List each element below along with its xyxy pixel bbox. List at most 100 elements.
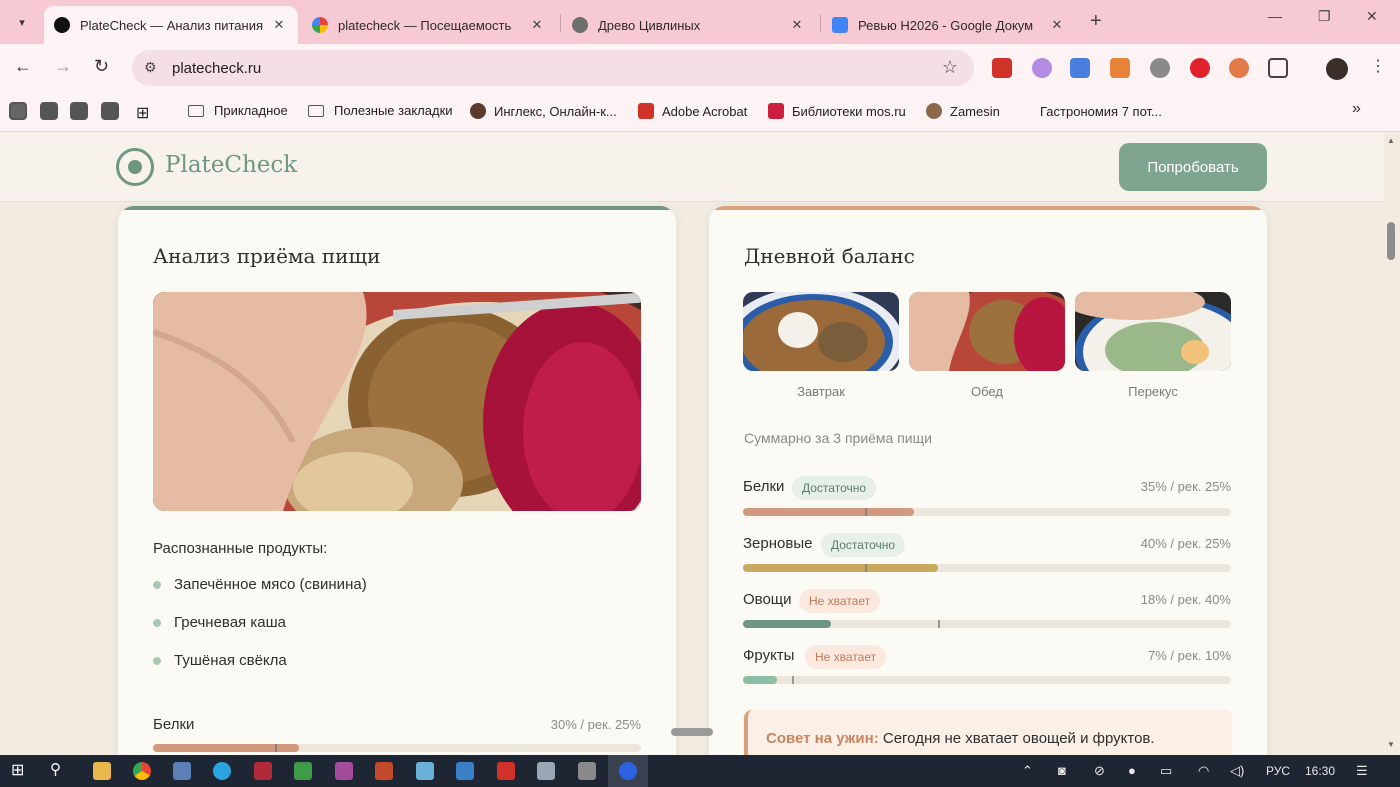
site-logo-text[interactable]: PlateCheck — [165, 152, 297, 178]
bookmark-star-icon[interactable]: ☆ — [942, 57, 958, 78]
extensions-puzzle-icon[interactable] — [1268, 58, 1288, 78]
notifications-icon[interactable]: ☰ — [1356, 763, 1368, 779]
vpn-extension-icon[interactable] — [1150, 58, 1170, 78]
tab-title: PlateCheck — Анализ питания — [80, 17, 264, 33]
input-language[interactable]: РУС — [1266, 764, 1290, 778]
address-bar[interactable]: ⚙ platecheck.ru ☆ — [132, 50, 974, 86]
search-icon[interactable]: ⚲ — [50, 760, 68, 778]
app-icon[interactable] — [416, 762, 434, 780]
pen-extension-icon[interactable] — [1032, 58, 1052, 78]
app-icon[interactable] — [173, 762, 191, 780]
back-button[interactable]: ← — [14, 56, 32, 77]
zoom-icon[interactable] — [619, 762, 637, 780]
url-text[interactable]: platecheck.ru — [172, 60, 261, 77]
bookmark-inglex[interactable]: Инглекс, Онлайн-к... — [470, 103, 617, 119]
site-info-icon[interactable]: ⚙ — [144, 59, 157, 76]
windows-start-icon[interactable]: ⊞ — [11, 760, 29, 779]
metamask-extension-icon[interactable] — [1110, 58, 1130, 78]
tab-platecheck-analysis[interactable]: PlateCheck — Анализ питания ✕ — [44, 6, 298, 44]
bookmark-gastronomy[interactable]: Гастрономия 7 пот... — [1016, 103, 1162, 119]
scroll-down-icon[interactable]: ▼ — [1387, 740, 1395, 749]
clock[interactable]: 16:30 — [1305, 764, 1335, 778]
app-icon[interactable] — [537, 762, 555, 780]
app-icon[interactable] — [375, 762, 393, 780]
tab-separator — [820, 14, 821, 32]
excel-icon[interactable] — [294, 762, 312, 780]
opera-extension-icon[interactable] — [1190, 58, 1210, 78]
scrollbar-thumb[interactable] — [1387, 222, 1395, 260]
tab-platecheck-attendance[interactable]: platecheck — Посещаемость ✕ — [302, 6, 556, 44]
telegram-icon[interactable] — [213, 762, 231, 780]
recommended-marker — [275, 744, 277, 752]
food-item: Тушёная свёкла — [153, 652, 287, 669]
chrome-icon[interactable] — [133, 762, 151, 780]
bookmark-folder-applied[interactable]: Прикладное — [188, 103, 288, 118]
claude-extension-icon[interactable] — [1229, 58, 1249, 78]
winrar-icon[interactable] — [335, 762, 353, 780]
profile-avatar[interactable] — [1326, 58, 1348, 80]
bookmark-adobe-acrobat[interactable]: Adobe Acrobat — [638, 103, 747, 119]
translate-extension-icon[interactable] — [1070, 58, 1090, 78]
acrobat-icon — [638, 103, 654, 119]
tab-family-tree[interactable]: Древо Цивлиных ✕ — [562, 6, 816, 44]
restore-button[interactable]: ❐ — [1318, 8, 1331, 25]
close-tab-icon[interactable]: ✕ — [270, 17, 288, 33]
platecheck-logo-icon[interactable] — [116, 148, 154, 186]
scroll-up-icon[interactable]: ▲ — [1387, 136, 1395, 145]
close-window-button[interactable]: ✕ — [1366, 8, 1378, 25]
minimize-button[interactable]: — — [1268, 8, 1282, 24]
close-tab-icon[interactable]: ✕ — [788, 17, 806, 33]
pdf-extension-icon[interactable] — [992, 58, 1012, 78]
tip-heading: Совет на ужин: — [766, 730, 879, 747]
status-badge: Не хватает — [805, 645, 887, 669]
meal-thumbnail-snack[interactable] — [1075, 292, 1231, 371]
network-off-icon[interactable]: ⊘ — [1094, 763, 1105, 779]
meal-thumbnail-breakfast[interactable] — [743, 292, 899, 371]
vertical-scrollbar[interactable]: ▲ ▼ — [1384, 132, 1400, 755]
app-icon[interactable] — [254, 762, 272, 780]
battery-icon[interactable]: ▭ — [1160, 763, 1172, 779]
bookmark-folder-useful[interactable]: Полезные закладки — [308, 103, 453, 118]
bookmark-app-icon[interactable] — [40, 102, 58, 120]
new-tab-button[interactable]: + — [1090, 10, 1102, 33]
page-content: PlateCheck Попробовать Анализ приёма пищ… — [0, 132, 1384, 755]
more-bookmarks-icon[interactable]: » — [1352, 100, 1361, 118]
tab-google-doc[interactable]: Ревью H2026 - Google Докум ✕ — [822, 6, 1076, 44]
close-tab-icon[interactable]: ✕ — [1048, 17, 1066, 33]
meal-thumbnail-lunch[interactable] — [909, 292, 1065, 371]
volume-icon[interactable]: ◁) — [1230, 763, 1244, 779]
app-tray-icon[interactable]: ◙ — [1058, 763, 1066, 778]
mos-library-icon — [768, 103, 784, 119]
bookmark-app-icon[interactable] — [9, 102, 27, 120]
close-tab-icon[interactable]: ✕ — [528, 17, 546, 33]
reload-button[interactable]: ↻ — [94, 56, 109, 77]
apps-grid-icon[interactable]: ⊞ — [136, 103, 149, 123]
app-icon[interactable] — [578, 762, 596, 780]
horizontal-scroll-handle[interactable] — [671, 728, 713, 736]
show-hidden-icons[interactable]: ⌃ — [1022, 763, 1033, 779]
nutrient-label: Овощи — [743, 591, 792, 608]
microphone-icon[interactable]: ● — [1128, 763, 1136, 778]
tab-search-icon[interactable]: ▾ — [8, 8, 36, 36]
file-explorer-icon[interactable] — [93, 762, 111, 780]
nutrient-label: Зерновые — [743, 535, 813, 552]
try-button[interactable]: Попробовать — [1119, 143, 1267, 191]
bookmark-app-icon[interactable] — [70, 102, 88, 120]
inglex-icon — [470, 103, 486, 119]
bullet-dot-icon — [153, 618, 161, 627]
bookmark-label: Гастрономия 7 пот... — [1040, 103, 1162, 119]
recommended-marker — [865, 508, 867, 516]
food-name: Запечённое мясо (свинина) — [174, 576, 367, 593]
nutrient-label: Белки — [743, 478, 785, 495]
bookmark-zamesin[interactable]: Zamesin — [926, 103, 1000, 119]
nutrient-progress-track — [743, 620, 1231, 628]
forward-button[interactable]: → — [54, 56, 72, 77]
bookmark-label: Инглекс, Онлайн-к... — [494, 103, 617, 119]
bookmark-app-icon[interactable] — [101, 102, 119, 120]
acrobat-icon[interactable] — [497, 762, 515, 780]
bookmark-mos-libraries[interactable]: Библиотеки mos.ru — [768, 103, 906, 119]
wifi-icon[interactable]: ◠ — [1198, 763, 1209, 779]
browser-menu-icon[interactable]: ⋮ — [1370, 56, 1386, 76]
meal-analysis-title: Анализ приёма пищи — [153, 244, 381, 268]
app-icon[interactable] — [456, 762, 474, 780]
